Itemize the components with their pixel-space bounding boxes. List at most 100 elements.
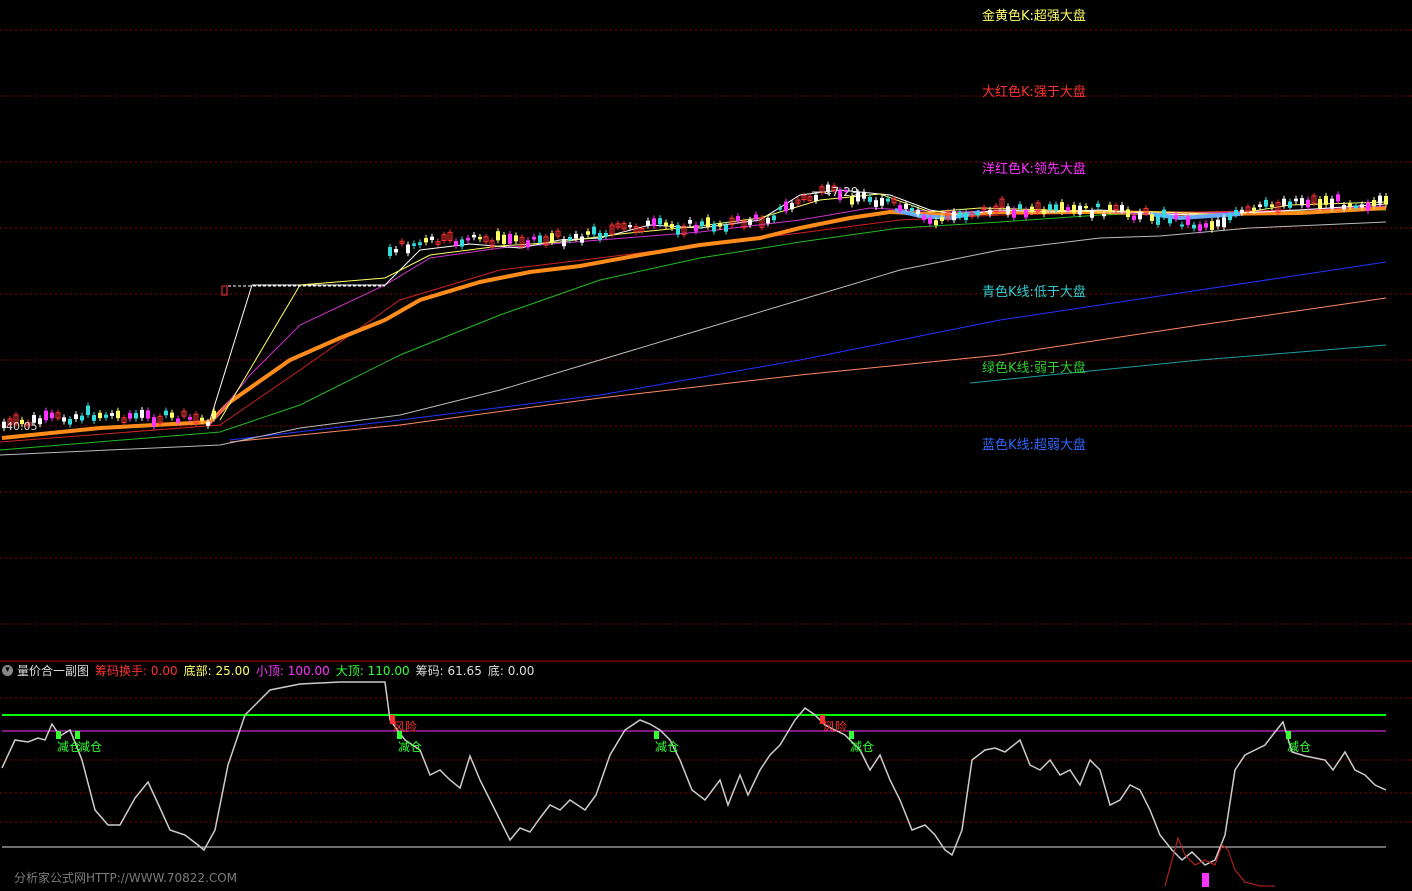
candle-body [140, 409, 144, 418]
indicator-title[interactable]: 量价合一副图 [17, 662, 89, 679]
candle-body [880, 197, 884, 206]
candle-body [1018, 204, 1022, 209]
candle-body [868, 196, 872, 202]
candle-body [916, 209, 920, 215]
reduce-label-2: 减仓 [78, 740, 103, 754]
candle-body [152, 417, 156, 427]
candle-body [388, 247, 392, 256]
candle-body [206, 421, 210, 426]
candle-body [478, 237, 482, 240]
legend-cyan: 青色K线:低于大盘 [982, 285, 1086, 300]
candle-body [676, 225, 680, 235]
candle-body [754, 214, 758, 220]
candle-body [412, 243, 416, 246]
candle-body [496, 231, 500, 241]
indicator-subchart[interactable] [0, 660, 1412, 891]
candle-body [568, 236, 572, 241]
candle-body [646, 220, 650, 226]
candle-body [1084, 206, 1088, 209]
candle-body [170, 412, 174, 418]
candle-body [188, 416, 192, 420]
candle-body [418, 242, 422, 245]
legend-blue: 蓝色K线:超弱大盘 [982, 438, 1086, 453]
candle-body [532, 236, 536, 240]
candle-body [460, 239, 464, 247]
ma-white-short-line [209, 189, 1387, 421]
candle-body [164, 410, 168, 416]
candle-body [1342, 204, 1346, 210]
candle-body [134, 412, 138, 419]
chip-readout: 筹码: 61.65 [415, 663, 482, 678]
candle-body [574, 233, 578, 239]
candle-body [964, 212, 968, 220]
candle-body [1270, 204, 1274, 208]
candle-body [50, 412, 54, 419]
candle-body [1330, 198, 1334, 209]
candle-body [1042, 209, 1046, 215]
collapse-icon[interactable]: ▾ [2, 664, 13, 676]
big-top-readout: 大顶: 110.00 [335, 663, 410, 678]
candle-body [1012, 209, 1016, 218]
candle-body [1060, 202, 1064, 212]
candle-body [92, 415, 96, 421]
reduce-label-4: 减仓 [655, 740, 680, 754]
candle-body [98, 412, 102, 419]
candle-body [212, 410, 216, 419]
candle-body [694, 224, 698, 232]
candle-body [664, 222, 668, 227]
candle-body [790, 202, 794, 210]
candle-body [1162, 209, 1166, 217]
candle-body [940, 216, 944, 221]
candle-body [1300, 198, 1304, 206]
candle-body [1360, 204, 1364, 208]
candle-body [1210, 221, 1214, 230]
candle-body [394, 249, 398, 253]
candle-body [904, 204, 908, 209]
candle-body [706, 217, 710, 227]
risk-label-1: 风险 [393, 720, 418, 734]
main-price-chart[interactable]: 47.29 40.05 [0, 0, 1412, 660]
candle-body [1288, 201, 1292, 208]
floor-readout: 底: 0.00 [487, 663, 535, 678]
candle-body [898, 205, 902, 212]
candle-body [910, 208, 914, 212]
candle-body [700, 221, 704, 227]
candle-body [430, 236, 434, 241]
candle-body [424, 238, 428, 243]
candle-body [128, 413, 132, 419]
candle-body [472, 234, 476, 238]
candle-body [1006, 206, 1010, 215]
reduce-label-6: 减仓 [1287, 740, 1312, 754]
candle-body [1096, 203, 1100, 208]
candle-body [1348, 203, 1352, 208]
small-top-readout: 小顶: 100.00 [255, 663, 330, 678]
candle-body [1150, 214, 1154, 221]
candle-body [772, 215, 776, 221]
candle-body [748, 219, 752, 225]
candle-body [886, 198, 890, 202]
candle-body [1372, 199, 1376, 207]
candle-body [1048, 204, 1052, 210]
candle-body [988, 209, 992, 215]
ma-magenta-line [209, 205, 1387, 426]
candle-body [952, 211, 956, 221]
candle-body [934, 220, 938, 226]
candle-body [454, 241, 458, 246]
candle-body [550, 233, 554, 243]
candle-body [1222, 217, 1226, 228]
candle-body [62, 417, 66, 422]
candle-body [1078, 205, 1082, 215]
candle-body [1282, 198, 1286, 206]
legend-gold: 金黄色K:超强大盘 [982, 9, 1086, 24]
candle-body [736, 216, 740, 222]
candle-body [1324, 195, 1328, 205]
candle-body [104, 414, 108, 418]
candle-body [200, 417, 204, 421]
candle-body [406, 244, 410, 254]
candle-body [1252, 207, 1256, 211]
candle-body [86, 405, 90, 416]
candle-body [1264, 199, 1268, 207]
candle-body [1090, 210, 1094, 218]
candle-body [1216, 219, 1220, 227]
candle-body [44, 410, 48, 421]
